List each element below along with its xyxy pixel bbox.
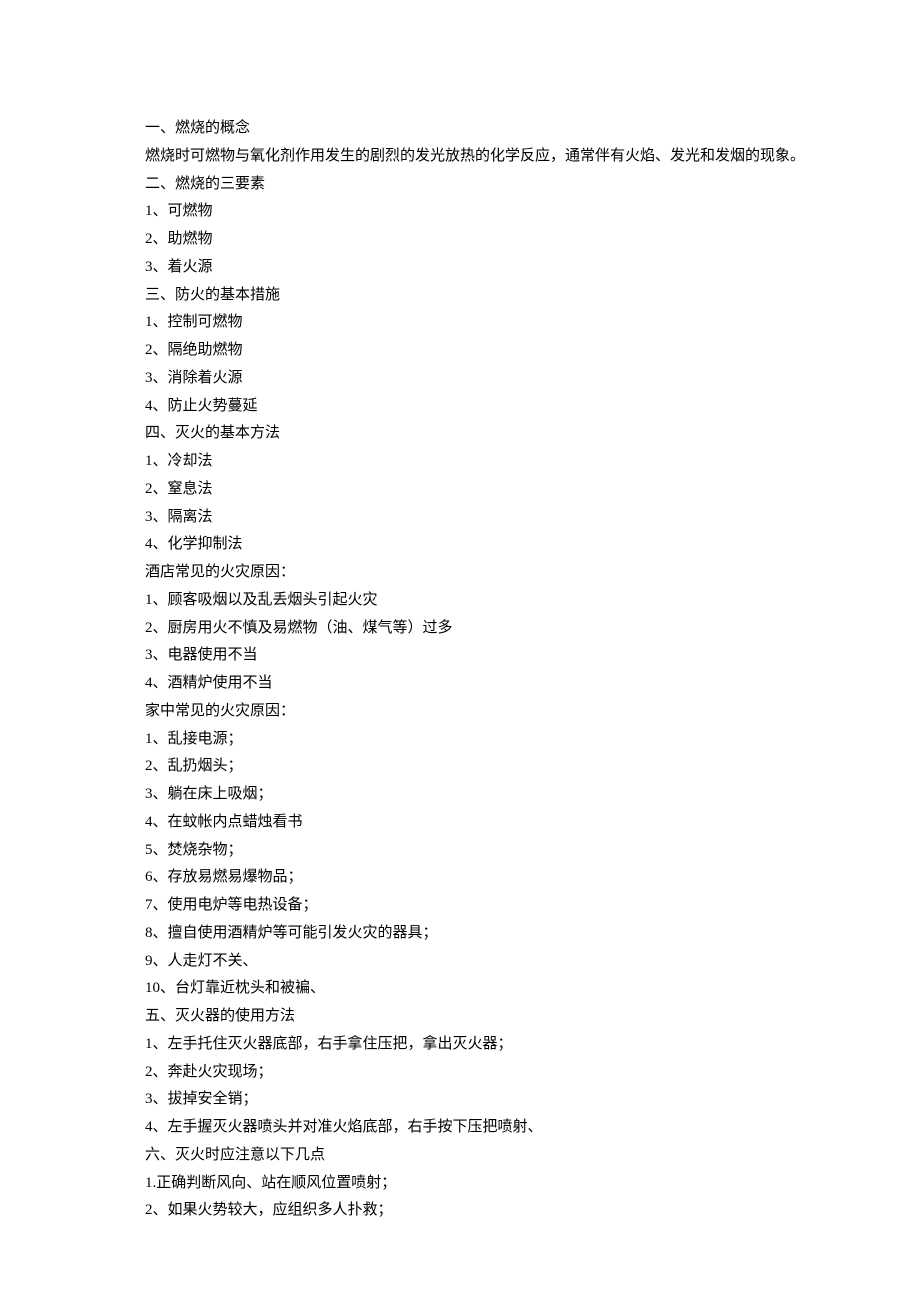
text-line: 酒店常见的火灾原因： bbox=[115, 559, 805, 587]
text-line: 1、左手托住灭火器底部，右手拿住压把，拿出灭火器； bbox=[115, 1031, 805, 1059]
text-line: 四、灭火的基本方法 bbox=[115, 420, 805, 448]
text-line: 5、焚烧杂物； bbox=[115, 837, 805, 865]
text-line: 五、灭火器的使用方法 bbox=[115, 1003, 805, 1031]
text-line: 1、可燃物 bbox=[115, 198, 805, 226]
text-line: 4、化学抑制法 bbox=[115, 531, 805, 559]
text-line: 2、助燃物 bbox=[115, 226, 805, 254]
text-line: 2、如果火势较大，应组织多人扑救； bbox=[115, 1197, 805, 1225]
text-line: 1、冷却法 bbox=[115, 448, 805, 476]
text-line: 1.正确判断风向、站在顺风位置喷射； bbox=[115, 1170, 805, 1198]
text-line: 3、消除着火源 bbox=[115, 365, 805, 393]
text-line: 2、厨房用火不慎及易燃物（油、煤气等）过多 bbox=[115, 615, 805, 643]
text-line: 8、擅自使用酒精炉等可能引发火灾的器具； bbox=[115, 920, 805, 948]
text-line: 家中常见的火灾原因： bbox=[115, 698, 805, 726]
text-line: 一、燃烧的概念 bbox=[115, 115, 805, 143]
text-line: 1、顾客吸烟以及乱丢烟头引起火灾 bbox=[115, 587, 805, 615]
text-line: 4、酒精炉使用不当 bbox=[115, 670, 805, 698]
text-line: 4、左手握灭火器喷头并对准火焰底部，右手按下压把喷射、 bbox=[115, 1114, 805, 1142]
text-line: 3、躺在床上吸烟； bbox=[115, 781, 805, 809]
text-line: 10、台灯靠近枕头和被褊、 bbox=[115, 975, 805, 1003]
text-line: 3、拔掉安全销； bbox=[115, 1086, 805, 1114]
text-line: 2、奔赴火灾现场； bbox=[115, 1059, 805, 1087]
document-content: 一、燃烧的概念 燃烧时可燃物与氧化剂作用发生的剧烈的发光放热的化学反应，通常伴有… bbox=[115, 115, 805, 1225]
text-line: 4、防止火势蔓延 bbox=[115, 393, 805, 421]
text-line: 2、隔绝助燃物 bbox=[115, 337, 805, 365]
text-line: 二、燃烧的三要素 bbox=[115, 171, 805, 199]
text-line: 4、在蚊帐内点蜡烛看书 bbox=[115, 809, 805, 837]
text-line: 六、灭火时应注意以下几点 bbox=[115, 1142, 805, 1170]
text-line: 6、存放易燃易爆物品； bbox=[115, 864, 805, 892]
text-line: 三、防火的基本措施 bbox=[115, 282, 805, 310]
text-line: 3、着火源 bbox=[115, 254, 805, 282]
text-line: 7、使用电炉等电热设备； bbox=[115, 892, 805, 920]
text-line: 1、乱接电源； bbox=[115, 726, 805, 754]
text-line: 3、隔离法 bbox=[115, 504, 805, 532]
text-line: 2、窒息法 bbox=[115, 476, 805, 504]
text-line: 3、电器使用不当 bbox=[115, 642, 805, 670]
text-line: 2、乱扔烟头； bbox=[115, 753, 805, 781]
text-line: 1、控制可燃物 bbox=[115, 309, 805, 337]
text-line: 9、人走灯不关、 bbox=[115, 948, 805, 976]
text-line: 燃烧时可燃物与氧化剂作用发生的剧烈的发光放热的化学反应，通常伴有火焰、发光和发烟… bbox=[115, 143, 805, 171]
